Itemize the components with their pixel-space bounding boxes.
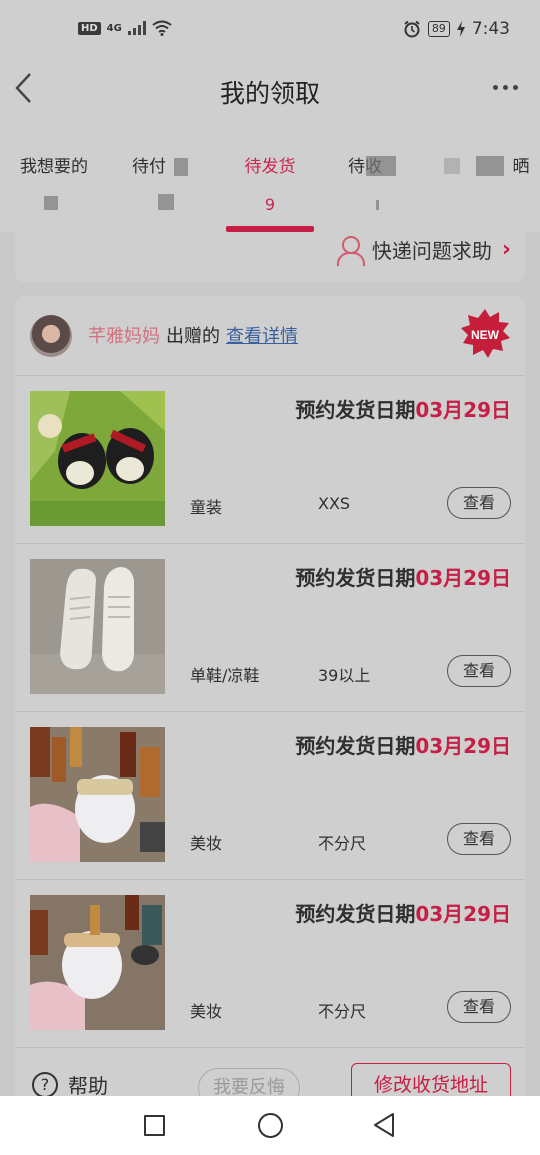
tab-count: 9 xyxy=(264,195,276,214)
alarm-icon xyxy=(404,20,420,38)
new-badge-text: NEW xyxy=(471,328,500,342)
hd-indicator: HD xyxy=(78,21,101,35)
view-button[interactable]: 查看 xyxy=(447,823,511,855)
battery-level: 89 xyxy=(431,22,446,35)
order-card: 芊雅妈妈 出赠的 查看详情 NEW 预约发货日期03月29日 童装 XXS 查看… xyxy=(15,296,525,1096)
giver-row: 芊雅妈妈 出赠的 查看详情 NEW xyxy=(15,296,525,376)
app-header: 我的领取 xyxy=(0,60,540,120)
status-bar: HD 4G 89 7:43 xyxy=(0,0,540,60)
status-tabs: 我想要的 待付 待发货 9 待收 晒 xyxy=(0,120,540,232)
wifi-icon xyxy=(152,20,172,36)
tab-review[interactable]: 晒 xyxy=(432,120,540,232)
tab-label: 我想要的 xyxy=(20,157,88,177)
home-icon[interactable] xyxy=(258,1113,283,1138)
product-image-white-sneakers[interactable] xyxy=(30,559,165,694)
item-category: 美妆 xyxy=(190,834,223,853)
product-image-cream-jar[interactable] xyxy=(30,727,165,862)
help-label: 帮助 xyxy=(68,1074,108,1098)
redacted-mark xyxy=(444,158,460,174)
redacted-mark xyxy=(174,158,188,176)
redacted-mark xyxy=(366,156,396,176)
item-size: XXS xyxy=(318,494,351,513)
signal-icon xyxy=(127,21,146,35)
recent-apps-icon[interactable] xyxy=(144,1115,165,1136)
giver-action: 出赠的 xyxy=(166,326,220,347)
redacted-mark xyxy=(476,156,504,176)
giver-name[interactable]: 芊雅妈妈 xyxy=(88,326,160,347)
order-actions: ? 帮助 我要反悔 修改收货地址 xyxy=(15,1048,525,1109)
redacted-mark xyxy=(158,194,174,210)
view-button[interactable]: 查看 xyxy=(447,655,511,687)
item-size: 不分尺 xyxy=(318,1002,367,1021)
charging-icon xyxy=(456,21,465,37)
tab-wanted[interactable]: 我想要的 xyxy=(0,120,108,232)
help-button[interactable]: ? 帮助 xyxy=(32,1070,108,1099)
redacted-mark xyxy=(376,200,379,210)
network-type: 4G xyxy=(106,22,122,34)
battery-icon: 89 xyxy=(427,21,450,37)
tab-pending-receipt[interactable]: 待收 xyxy=(324,120,432,232)
item-category: 美妆 xyxy=(190,1002,223,1021)
redacted-mark xyxy=(44,196,58,210)
question-icon: ? xyxy=(32,1071,58,1098)
product-image-baby-shoes[interactable] xyxy=(30,391,165,526)
page-title: 我的领取 xyxy=(219,79,320,108)
ship-date: 预约发货日期03月29日 xyxy=(295,734,511,758)
item-category: 单鞋/凉鞋 xyxy=(190,666,260,685)
list-item[interactable]: 预约发货日期03月29日 单鞋/凉鞋 39以上 查看 xyxy=(15,544,525,712)
list-item[interactable]: 预约发货日期03月29日 美妆 不分尺 查看 xyxy=(15,880,525,1048)
status-left: HD 4G xyxy=(78,20,172,36)
view-button[interactable]: 查看 xyxy=(447,991,511,1023)
courier-help-card[interactable]: 快递问题求助 › xyxy=(15,232,525,282)
more-menu-icon[interactable] xyxy=(493,85,518,90)
tab-pending-payment[interactable]: 待付 xyxy=(108,120,216,232)
giver-line: 芊雅妈妈 出赠的 查看详情 xyxy=(88,322,298,348)
ship-date: 预约发货日期03月29日 xyxy=(295,566,511,590)
list-item[interactable]: 预约发货日期03月29日 童装 XXS 查看 xyxy=(15,376,525,544)
system-nav-bar xyxy=(0,1096,540,1155)
tab-pending-shipment[interactable]: 待发货 9 xyxy=(216,120,324,232)
view-details-link[interactable]: 查看详情 xyxy=(226,326,298,347)
new-badge: NEW xyxy=(461,309,510,358)
clock: 7:43 xyxy=(471,19,510,39)
avatar[interactable] xyxy=(30,315,72,357)
product-image-cream-jar[interactable] xyxy=(30,895,165,1030)
chevron-right-icon: › xyxy=(501,236,511,262)
ship-date: 预约发货日期03月29日 xyxy=(295,902,511,926)
item-size: 不分尺 xyxy=(318,834,367,853)
tab-label: 晒 xyxy=(512,157,530,177)
courier-help-label: 快递问题求助 xyxy=(371,238,492,263)
back-triangle-icon[interactable] xyxy=(372,1112,396,1138)
ship-date: 预约发货日期03月29日 xyxy=(295,398,511,422)
view-button[interactable]: 查看 xyxy=(447,487,511,519)
item-size: 39以上 xyxy=(318,666,371,685)
item-category: 童装 xyxy=(190,498,223,517)
status-right: 89 7:43 xyxy=(403,19,510,39)
list-item[interactable]: 预约发货日期03月29日 美妆 不分尺 查看 xyxy=(15,712,525,880)
person-icon xyxy=(336,234,365,266)
tab-label: 待发货 xyxy=(244,157,296,177)
